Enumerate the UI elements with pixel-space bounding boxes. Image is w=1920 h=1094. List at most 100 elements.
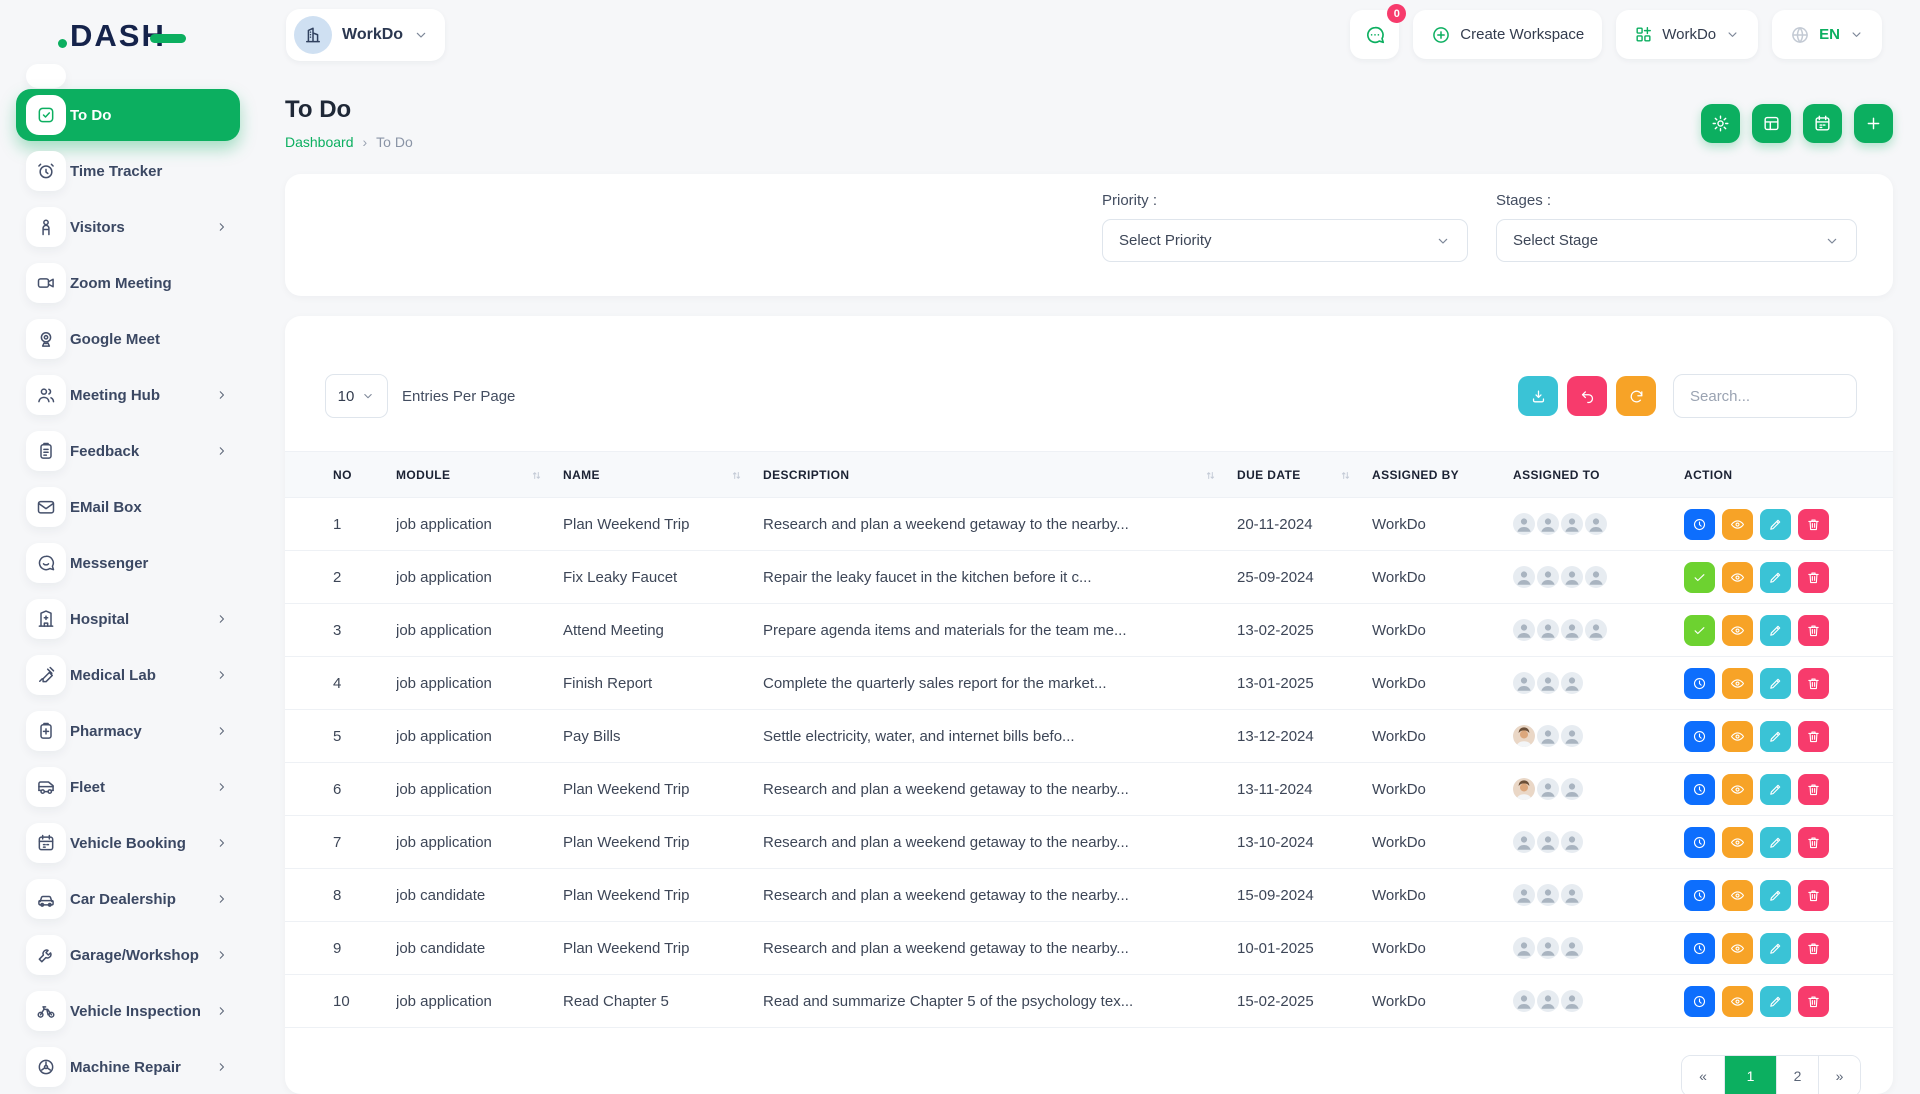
edit-button[interactable] [1760, 880, 1791, 911]
sort-icon[interactable] [530, 469, 543, 482]
pencil-icon [1768, 729, 1783, 744]
sidebar-item-to-do[interactable]: To Do [16, 89, 240, 141]
delete-button[interactable] [1798, 827, 1829, 858]
column-header-description[interactable]: DESCRIPTION [763, 452, 1237, 498]
timer-button[interactable] [1684, 774, 1715, 805]
edit-button[interactable] [1760, 721, 1791, 752]
delete-button[interactable] [1798, 509, 1829, 540]
sort-icon[interactable] [1204, 469, 1217, 482]
sidebar-item-machine-repair[interactable]: Machine Repair [0, 1047, 258, 1087]
sidebar-item-hospital[interactable]: Hospital [0, 599, 258, 639]
stage-select-value: Select Stage [1513, 232, 1598, 249]
timer-button[interactable] [1684, 668, 1715, 699]
sidebar-item-zoom-meeting[interactable]: Zoom Meeting [0, 263, 258, 303]
entries-per-page-select[interactable]: 10 [325, 374, 388, 418]
timer-button[interactable] [1684, 986, 1715, 1017]
view-button[interactable] [1722, 668, 1753, 699]
edit-button[interactable] [1760, 774, 1791, 805]
edit-button[interactable] [1760, 509, 1791, 540]
page-cell-1[interactable]: 1 [1724, 1056, 1776, 1094]
edit-button[interactable] [1760, 615, 1791, 646]
page-cell-0[interactable]: « [1682, 1056, 1724, 1094]
timer-button[interactable] [1684, 509, 1715, 540]
reset-button[interactable] [1567, 376, 1607, 416]
timer-button[interactable] [1684, 933, 1715, 964]
delete-button[interactable] [1798, 986, 1829, 1017]
edit-button[interactable] [1760, 827, 1791, 858]
sidebar-item-car-dealership[interactable]: Car Dealership [0, 879, 258, 919]
sidebar-item-vehicle-inspection[interactable]: Vehicle Inspection [0, 991, 258, 1031]
add-todo-button[interactable] [1854, 104, 1893, 143]
delete-button[interactable] [1798, 562, 1829, 593]
cell-name: Plan Weekend Trip [563, 763, 763, 816]
sidebar-item-feedback[interactable]: Feedback [0, 431, 258, 471]
view-button[interactable] [1722, 986, 1753, 1017]
column-header-module[interactable]: MODULE [396, 452, 563, 498]
delete-button[interactable] [1798, 933, 1829, 964]
edit-button[interactable] [1760, 562, 1791, 593]
workspace-switcher[interactable]: WorkDo [286, 9, 445, 61]
export-button[interactable] [1518, 376, 1558, 416]
page-cell-3[interactable]: » [1818, 1056, 1860, 1094]
delete-button[interactable] [1798, 721, 1829, 752]
language-selector[interactable]: EN [1772, 10, 1882, 59]
eye-icon [1730, 888, 1745, 903]
view-button[interactable] [1722, 615, 1753, 646]
delete-button[interactable] [1798, 880, 1829, 911]
view-button[interactable] [1722, 933, 1753, 964]
timer-button[interactable] [1684, 880, 1715, 911]
view-button[interactable] [1722, 827, 1753, 858]
sidebar-item-meeting-hub[interactable]: Meeting Hub [0, 375, 258, 415]
cell-due-date: 10-01-2025 [1237, 922, 1372, 975]
assignee-avatar [1513, 672, 1535, 694]
timer-button[interactable] [1684, 721, 1715, 752]
delete-button[interactable] [1798, 615, 1829, 646]
edit-button[interactable] [1760, 668, 1791, 699]
create-workspace-button[interactable]: Create Workspace [1413, 10, 1602, 59]
sidebar-item-pharmacy[interactable]: Pharmacy [0, 711, 258, 751]
view-button[interactable] [1722, 562, 1753, 593]
sort-icon[interactable] [730, 469, 743, 482]
edit-button[interactable] [1760, 986, 1791, 1017]
view-button[interactable] [1722, 721, 1753, 752]
view-button[interactable] [1722, 509, 1753, 540]
sidebar-item-google-meet[interactable]: Google Meet [0, 319, 258, 359]
sidebar-item-medical-lab[interactable]: Medical Lab [0, 655, 258, 695]
stage-select[interactable]: Select Stage [1496, 219, 1857, 262]
priority-select[interactable]: Select Priority [1102, 219, 1468, 262]
chevron-right-icon [215, 220, 229, 234]
cell-due-date: 13-02-2025 [1237, 604, 1372, 657]
sidebar-item-fleet[interactable]: Fleet [0, 767, 258, 807]
view-button[interactable] [1722, 774, 1753, 805]
sidebar-item-messenger[interactable]: Messenger [0, 543, 258, 583]
search-input[interactable] [1673, 374, 1857, 418]
page-cell-2[interactable]: 2 [1776, 1056, 1818, 1094]
delete-button[interactable] [1798, 668, 1829, 699]
column-header-due-date[interactable]: DUE DATE [1237, 452, 1372, 498]
chat-button[interactable]: 0 [1350, 10, 1399, 59]
timer-button[interactable] [1684, 827, 1715, 858]
sort-icon[interactable] [1339, 469, 1352, 482]
complete-button[interactable] [1684, 615, 1715, 646]
delete-button[interactable] [1798, 774, 1829, 805]
view-button[interactable] [1722, 880, 1753, 911]
sidebar-item-email-box[interactable]: EMail Box [0, 487, 258, 527]
wrench-icon [26, 935, 66, 975]
chevron-right-icon [215, 836, 229, 850]
calendar-view-button[interactable] [1803, 104, 1842, 143]
chevron-right-icon [215, 724, 229, 738]
breadcrumb-dashboard-link[interactable]: Dashboard [285, 134, 354, 150]
app-menu-button[interactable]: WorkDo [1616, 10, 1758, 59]
grid-view-button[interactable] [1752, 104, 1791, 143]
sidebar-item-time-tracker[interactable]: Time Tracker [0, 151, 258, 191]
assignee-avatar [1513, 619, 1535, 641]
complete-button[interactable] [1684, 562, 1715, 593]
sidebar-item-visitors[interactable]: Visitors [0, 207, 258, 247]
refresh-button[interactable] [1616, 376, 1656, 416]
edit-button[interactable] [1760, 933, 1791, 964]
settings-button[interactable] [1701, 104, 1740, 143]
clipboard-plus-icon [26, 711, 66, 751]
sidebar-item-garage-workshop[interactable]: Garage/Workshop [0, 935, 258, 975]
sidebar-item-vehicle-booking[interactable]: Vehicle Booking [0, 823, 258, 863]
column-header-name[interactable]: NAME [563, 452, 763, 498]
